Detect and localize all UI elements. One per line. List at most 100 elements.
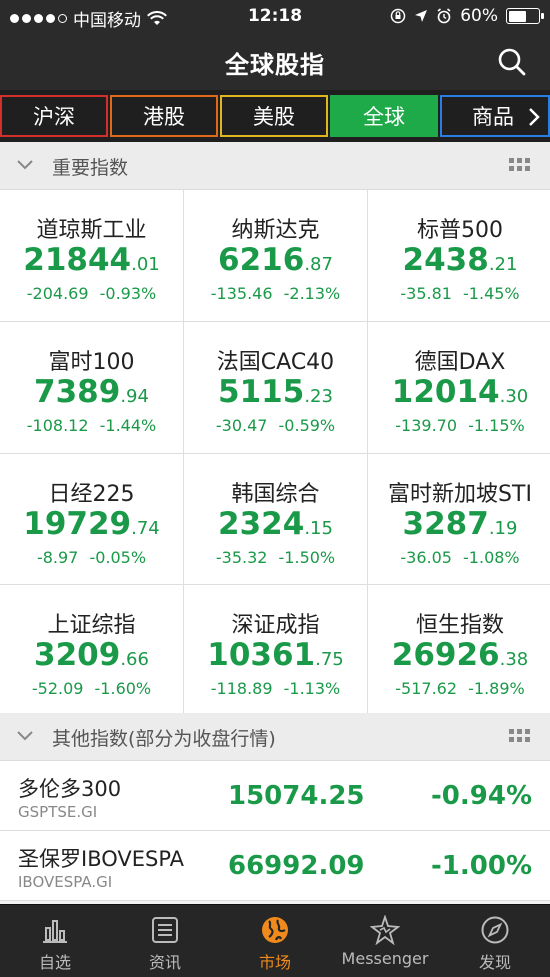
index-value-dec: .21 xyxy=(488,254,518,275)
index-cell[interactable]: 深证成指 10361.75 -118.89 -1.13% xyxy=(184,585,367,716)
index-change-pct: -0.93% xyxy=(99,284,157,303)
index-value-int: 2324 xyxy=(218,505,305,542)
index-grid: 道琼斯工业 21844.01 -204.69 -0.93% 纳斯达克 6216.… xyxy=(0,190,550,716)
tab-discover[interactable]: 发现 xyxy=(440,905,550,977)
index-value-int: 12014 xyxy=(391,373,500,410)
index-change-pct: -1.60% xyxy=(94,679,152,699)
index-change-pct: -0.59% xyxy=(278,415,336,435)
index-value-int: 3209 xyxy=(34,637,121,674)
index-change-abs: -8.97 xyxy=(36,547,79,567)
compass-icon xyxy=(481,916,509,944)
index-name: 道琼斯工业 xyxy=(36,218,147,243)
index-name: 圣保罗IBOVESPA xyxy=(18,847,185,871)
grid-view-icon[interactable] xyxy=(509,158,530,171)
index-change: -204.69 -0.93% xyxy=(0,284,183,303)
messenger-icon xyxy=(370,915,400,945)
index-cell[interactable]: 日经225 19729.74 -8.97 -0.05% xyxy=(0,453,183,585)
index-change-pct: -1.13% xyxy=(283,679,341,699)
index-value-int: 26926 xyxy=(391,637,500,674)
index-value: 15074.25 xyxy=(228,781,365,811)
index-change: -118.89 -1.13% xyxy=(184,679,367,698)
chevron-down-icon[interactable] xyxy=(16,729,34,743)
index-value-int: 21844 xyxy=(23,242,132,278)
list-item[interactable]: 多伦多300 GSPTSE.GI 15074.25 -0.94% xyxy=(0,761,550,831)
tab-label: 沪深 xyxy=(33,105,75,129)
alarm-icon xyxy=(437,8,451,24)
index-cell[interactable]: 富时100 7389.94 -108.12 -1.44% xyxy=(0,321,183,453)
index-value: 21844.01 xyxy=(0,242,183,278)
index-value-int: 5115 xyxy=(218,373,305,410)
tab-messenger[interactable]: Messenger xyxy=(330,905,440,977)
tab-market[interactable]: 市场 xyxy=(220,905,330,977)
rotation-lock-icon xyxy=(390,8,406,24)
section-title: 其他指数(部分为收盘行情) xyxy=(52,728,276,750)
index-value-dec: .74 xyxy=(131,517,160,539)
index-cell[interactable]: 标普500 2438.21 -35.81 -1.45% xyxy=(368,190,550,321)
index-value-dec: .38 xyxy=(499,649,529,671)
index-value-dec: .66 xyxy=(120,649,149,671)
tab-label: 发现 xyxy=(478,953,511,972)
battery-percent: 60% xyxy=(460,6,498,26)
tab-us-stocks[interactable]: 美股 xyxy=(220,95,328,137)
index-cell[interactable]: 德国DAX 12014.30 -139.70 -1.15% xyxy=(368,321,550,453)
index-change-pct: -0.05% xyxy=(89,547,147,567)
chevron-right-icon[interactable] xyxy=(528,107,540,127)
index-change: -36.05 -1.08% xyxy=(368,548,550,567)
index-name: 深证成指 xyxy=(231,613,320,639)
index-change: -52.09 -1.60% xyxy=(0,679,183,698)
index-change-pct: -1.00% xyxy=(431,851,532,881)
index-value-int: 7389 xyxy=(34,373,121,410)
index-value: 19729.74 xyxy=(0,506,183,542)
tab-label: 全球 xyxy=(363,105,405,129)
tab-shanghai-shenzhen[interactable]: 沪深 xyxy=(0,95,108,137)
important-indices-header[interactable]: 重要指数 xyxy=(0,142,550,190)
index-value: 2438.21 xyxy=(368,242,550,278)
tab-commodities[interactable]: 商品 xyxy=(440,95,550,137)
index-change-abs: -517.62 xyxy=(395,679,458,699)
index-cell[interactable]: 恒生指数 26926.38 -517.62 -1.89% xyxy=(368,585,550,716)
location-icon xyxy=(415,10,428,22)
index-change-abs: -36.05 xyxy=(400,547,452,567)
index-cell[interactable]: 法国CAC40 5115.23 -30.47 -0.59% xyxy=(184,321,367,453)
nav-bar: 全球股指 xyxy=(0,32,550,90)
tab-watchlist[interactable]: 自选 xyxy=(0,905,110,977)
index-name: 多伦多300 xyxy=(18,777,122,801)
index-name: 上证综指 xyxy=(47,613,136,639)
index-change: -35.32 -1.50% xyxy=(184,548,367,567)
bar-chart-icon xyxy=(43,920,67,943)
tab-news[interactable]: 资讯 xyxy=(110,905,220,977)
index-name: 日经225 xyxy=(48,481,135,507)
index-value: 3287.19 xyxy=(368,506,550,542)
index-name: 韩国综合 xyxy=(231,481,320,507)
tab-label: 商品 xyxy=(472,105,514,129)
tab-hong-kong[interactable]: 港股 xyxy=(110,95,218,137)
index-cell[interactable]: 上证综指 3209.66 -52.09 -1.60% xyxy=(0,585,183,716)
index-cell[interactable]: 纳斯达克 6216.87 -135.46 -2.13% xyxy=(184,190,367,321)
index-value: 7389.94 xyxy=(0,374,183,410)
index-value: 12014.30 xyxy=(368,374,550,410)
index-change-pct: -1.45% xyxy=(463,284,520,303)
grid-view-icon[interactable] xyxy=(509,729,530,742)
search-icon[interactable] xyxy=(496,46,528,78)
index-value: 5115.23 xyxy=(184,374,367,410)
tab-global[interactable]: 全球 xyxy=(330,95,438,137)
index-cell[interactable]: 道琼斯工业 21844.01 -204.69 -0.93% xyxy=(0,190,183,321)
index-value-int: 2438 xyxy=(402,242,489,278)
index-cell[interactable]: 富时新加坡STI 3287.19 -36.05 -1.08% xyxy=(368,453,550,585)
market-tabs: 沪深 港股 美股 全球 商品 xyxy=(0,90,550,142)
index-change-pct: -2.13% xyxy=(283,284,341,303)
index-value-int: 19729 xyxy=(23,505,132,542)
chevron-down-icon[interactable] xyxy=(16,158,34,172)
index-value-int: 6216 xyxy=(218,242,305,278)
tab-label: 港股 xyxy=(143,105,185,129)
index-change-abs: -139.70 xyxy=(395,415,458,435)
index-code: IBOVESPA.GI xyxy=(18,873,113,891)
other-indices-header[interactable]: 其他指数(部分为收盘行情) xyxy=(0,713,550,761)
list-item[interactable]: 圣保罗IBOVESPA IBOVESPA.GI 66992.09 -1.00% xyxy=(0,831,550,901)
news-icon xyxy=(152,917,178,943)
index-change: -108.12 -1.44% xyxy=(0,416,183,435)
globe-icon xyxy=(262,917,288,943)
index-value-int: 3287 xyxy=(402,505,489,542)
index-change: -139.70 -1.15% xyxy=(368,416,550,435)
index-cell[interactable]: 韩国综合 2324.15 -35.32 -1.50% xyxy=(184,453,367,585)
